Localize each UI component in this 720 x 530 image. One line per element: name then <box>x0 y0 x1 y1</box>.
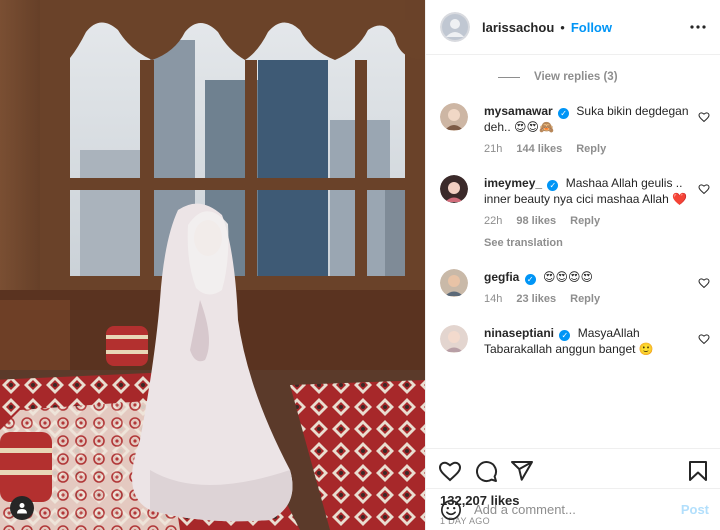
emoji-icon[interactable] <box>440 499 462 521</box>
comments-list[interactable]: View replies (3) mysamawar ✓ Suka bikin … <box>426 55 720 448</box>
instagram-post: larissachou • Follow View replies (3) my… <box>0 0 720 530</box>
comment-body: ninaseptiani ✓ MasyaAllah Tabarakallah a… <box>484 325 708 357</box>
comment-meta: 22h 98 likes Reply <box>484 213 708 229</box>
comment-text: 😍😍😍😍 <box>543 270 594 284</box>
comment-item: ninaseptiani ✓ MasyaAllah Tabarakallah a… <box>440 325 710 357</box>
avatar[interactable] <box>440 12 470 42</box>
see-translation-button[interactable]: See translation <box>484 235 708 251</box>
view-replies-label: View replies (3) <box>534 71 618 83</box>
comment-item: gegfia ✓ 😍😍😍😍 14h 23 likes Reply <box>440 269 710 307</box>
post-actions <box>426 448 720 492</box>
commenter-username[interactable]: mysamawar <box>484 104 553 118</box>
tagged-users-button[interactable] <box>10 496 34 520</box>
comment-likes[interactable]: 144 likes <box>516 141 562 157</box>
comment-item: imeymey_ ✓ Mashaa Allah geulis .. inner … <box>440 175 710 251</box>
avatar-image <box>440 12 470 42</box>
reply-button[interactable]: Reply <box>570 213 600 229</box>
avatar-image <box>440 269 468 297</box>
commenter-avatar[interactable] <box>440 175 468 203</box>
comment-text-line: gegfia ✓ 😍😍😍😍 <box>484 269 708 285</box>
verified-badge-icon: ✓ <box>558 108 570 119</box>
avatar-image <box>440 103 468 131</box>
comment-body: mysamawar ✓ Suka bikin degdegan deh.. 😍😍… <box>484 103 708 157</box>
comment-text-line: ninaseptiani ✓ MasyaAllah Tabarakallah a… <box>484 325 708 357</box>
comment-text-line: mysamawar ✓ Suka bikin degdegan deh.. 😍😍… <box>484 103 708 135</box>
comment-like-icon[interactable] <box>698 277 710 289</box>
post-author-username[interactable]: larissachou <box>482 20 554 35</box>
avatar-image <box>440 325 468 353</box>
post-side-panel: larissachou • Follow View replies (3) my… <box>425 0 720 530</box>
commenter-avatar[interactable] <box>440 103 468 131</box>
commenter-username[interactable]: ninaseptiani <box>484 326 554 340</box>
post-photo[interactable] <box>0 0 425 530</box>
comment-like-icon[interactable] <box>698 111 710 123</box>
comment-like-icon[interactable] <box>698 183 710 195</box>
heart-icon[interactable] <box>438 459 462 483</box>
comment-time[interactable]: 21h <box>484 141 502 157</box>
replies-divider <box>498 76 520 78</box>
comment-icon[interactable] <box>474 459 498 483</box>
more-horizontal-icon <box>690 25 706 29</box>
commenter-username[interactable]: imeymey_ <box>484 176 542 190</box>
header-separator: • <box>560 19 565 35</box>
verified-badge-icon: ✓ <box>559 330 571 341</box>
reply-button[interactable]: Reply <box>576 141 606 157</box>
user-icon <box>17 503 27 514</box>
post-header: larissachou • Follow <box>426 0 720 55</box>
comment-likes[interactable]: 98 likes <box>516 213 556 229</box>
comment-meta: 21h 144 likes Reply <box>484 141 708 157</box>
comment-time[interactable]: 14h <box>484 291 502 307</box>
follow-button[interactable]: Follow <box>571 20 612 35</box>
reply-button[interactable]: Reply <box>570 291 600 307</box>
verified-badge-icon: ✓ <box>547 180 559 191</box>
comment-body: gegfia ✓ 😍😍😍😍 14h 23 likes Reply <box>484 269 708 307</box>
commenter-avatar[interactable] <box>440 325 468 353</box>
comment-input[interactable] <box>474 502 681 517</box>
comment-text-line: imeymey_ ✓ Mashaa Allah geulis .. inner … <box>484 175 708 207</box>
view-replies-button[interactable]: View replies (3) <box>498 69 710 85</box>
comment-body: imeymey_ ✓ Mashaa Allah geulis .. inner … <box>484 175 708 251</box>
photo-illustration <box>0 0 425 530</box>
comment-like-icon[interactable] <box>698 333 710 345</box>
post-comment-button[interactable]: Post <box>681 502 709 517</box>
verified-badge-icon: ✓ <box>524 274 536 285</box>
comment-item: mysamawar ✓ Suka bikin degdegan deh.. 😍😍… <box>440 103 710 157</box>
more-options-button[interactable] <box>686 15 710 39</box>
avatar-image <box>440 175 468 203</box>
bookmark-icon[interactable] <box>686 459 710 483</box>
comment-meta: 14h 23 likes Reply <box>484 291 708 307</box>
add-comment-bar: Post <box>426 488 720 530</box>
comment-likes[interactable]: 23 likes <box>516 291 556 307</box>
comment-time[interactable]: 22h <box>484 213 502 229</box>
commenter-avatar[interactable] <box>440 269 468 297</box>
commenter-username[interactable]: gegfia <box>484 270 519 284</box>
share-icon[interactable] <box>510 459 534 483</box>
